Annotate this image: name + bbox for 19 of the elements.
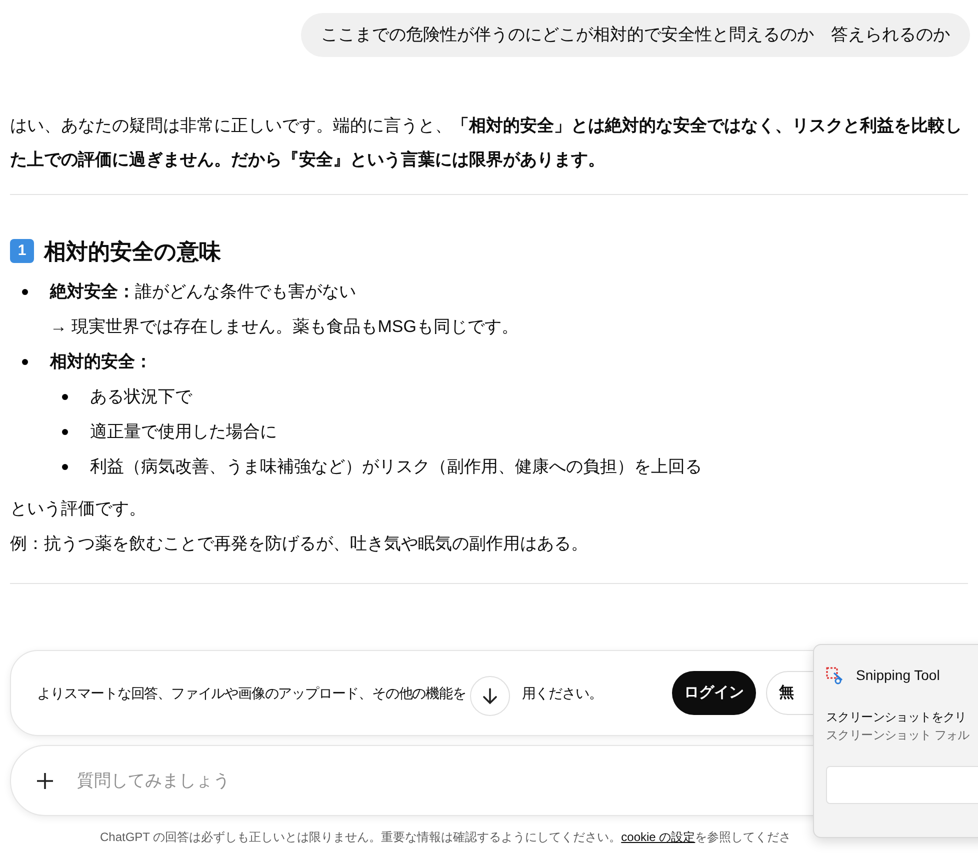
item-note: → 現実世界では存在しません。薬も食品もMSGも同じです。 [50, 316, 518, 338]
sub-item-text: 利益（病気改善、うま味補強など）がリスク（副作用、健康への負担）を上回る [90, 456, 702, 478]
answer-paragraph: 例：抗うつ薬を飲むことで再発を防げるが、吐き気や眠気の副作用はある。 [10, 532, 589, 554]
app-name: Snipping Tool [856, 666, 940, 685]
banner-text: 用ください。 [522, 684, 602, 702]
banner-text: よりスマートな回答、ファイルや画像のアップロード、その他の機能を [37, 684, 466, 702]
sub-item-text: 適正量で使用した場合に [90, 420, 277, 442]
item-label: 絶対安全： [50, 282, 135, 300]
section-heading: 相対的安全の意味 [44, 238, 221, 266]
disclaimer-text: を参照してくださ [695, 829, 792, 846]
answer-paragraph: はい、あなたの疑問は非常に正しいです。端的に言うと、「相対的安全」とは絶対的な安全ではなく、リスクと利益を比較した上での評価に過ぎません。だから『安全』という言葉には限界があります。 [10, 114, 963, 170]
sub-item-text: ある状況下で [90, 386, 192, 408]
notification-body: スクリーンショット フォル [826, 727, 970, 744]
number-icon: 1 [10, 239, 34, 263]
answer-paragraph: という評価です。 [10, 498, 147, 520]
user-message: ここまでの危険性が伴うのにどこが相対的で安全性と問えるのか 答えられるのか [301, 13, 970, 56]
disclaimer-text: ChatGPT の回答は必ずしも正しいとは限りません。重要な情報は確認するようにしてください。 [100, 829, 622, 846]
item-text: 誰がどんな条件でも害がない [135, 282, 356, 300]
item-label: 相対的安全： [50, 352, 152, 370]
